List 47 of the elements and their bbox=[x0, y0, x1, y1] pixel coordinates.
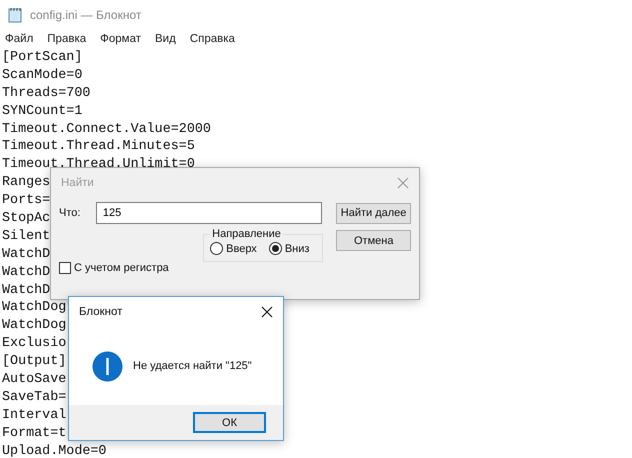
text-line: ScanMode=0 bbox=[2, 66, 82, 85]
radio-button[interactable] bbox=[210, 242, 224, 255]
dialog-title: Найти bbox=[61, 177, 94, 189]
text-line: Ranges bbox=[2, 174, 50, 192]
cancel-button[interactable]: Отмена bbox=[336, 230, 411, 251]
dialog-title: Блокнот bbox=[79, 306, 122, 318]
menu-item[interactable]: Файл bbox=[0, 33, 38, 45]
text-line: Timeout.Thread.Unlimit=0 bbox=[2, 156, 195, 174]
text-line: WatchDog bbox=[2, 317, 66, 336]
text-line: WatchD bbox=[2, 282, 50, 300]
ok-button[interactable]: ОК bbox=[193, 412, 266, 433]
info-icon bbox=[92, 350, 123, 382]
text-line: Timeout.Connect.Value=2000 bbox=[2, 120, 211, 138]
text-line: WatchD bbox=[2, 246, 50, 264]
text-line: Silent bbox=[2, 228, 50, 246]
window-title: config.ini — Блокнот bbox=[30, 8, 142, 22]
text-line: StopAc bbox=[2, 210, 50, 228]
text-line: AutoSave bbox=[2, 371, 66, 389]
menu-item[interactable]: Правка bbox=[42, 33, 92, 45]
match-case-checkbox[interactable] bbox=[59, 262, 71, 274]
message-text: Не удается найти "125" bbox=[133, 360, 252, 372]
text-line: SYNCount=1 bbox=[2, 102, 82, 121]
close-icon[interactable] bbox=[261, 306, 273, 318]
text-line: [Output] bbox=[2, 353, 66, 372]
text-line: Ports= bbox=[2, 192, 50, 210]
radio-label: Вниз bbox=[284, 242, 310, 254]
text-line: WatchD bbox=[2, 264, 50, 282]
text-line: Exclusio bbox=[2, 335, 66, 354]
menu-item[interactable]: Формат bbox=[95, 33, 146, 45]
search-field[interactable]: 125 bbox=[96, 202, 322, 224]
radio-label: Вверх bbox=[226, 242, 257, 254]
match-case-label: С учетом регистра bbox=[74, 262, 169, 274]
notepad-icon bbox=[8, 7, 22, 23]
text-line: WatchDog bbox=[2, 299, 66, 318]
find-next-button[interactable]: Найти далее bbox=[336, 202, 411, 224]
what-label: Что: bbox=[59, 207, 82, 219]
text-line: Threads=700 bbox=[2, 84, 90, 103]
text-line: Interval bbox=[2, 406, 66, 425]
text-line: SaveTab= bbox=[2, 388, 66, 407]
menu-item[interactable]: Вид bbox=[150, 33, 181, 45]
menu-item[interactable]: Справка bbox=[184, 33, 240, 45]
text-line: [PortScan] bbox=[2, 49, 82, 67]
text-line: Format=t bbox=[2, 424, 66, 443]
text-line: Upload.Mode=0 bbox=[2, 442, 106, 458]
text-line: Timeout.Thread.Minutes=5 bbox=[2, 138, 195, 156]
radio-button[interactable] bbox=[268, 242, 282, 255]
direction-label: Направление bbox=[211, 228, 282, 240]
